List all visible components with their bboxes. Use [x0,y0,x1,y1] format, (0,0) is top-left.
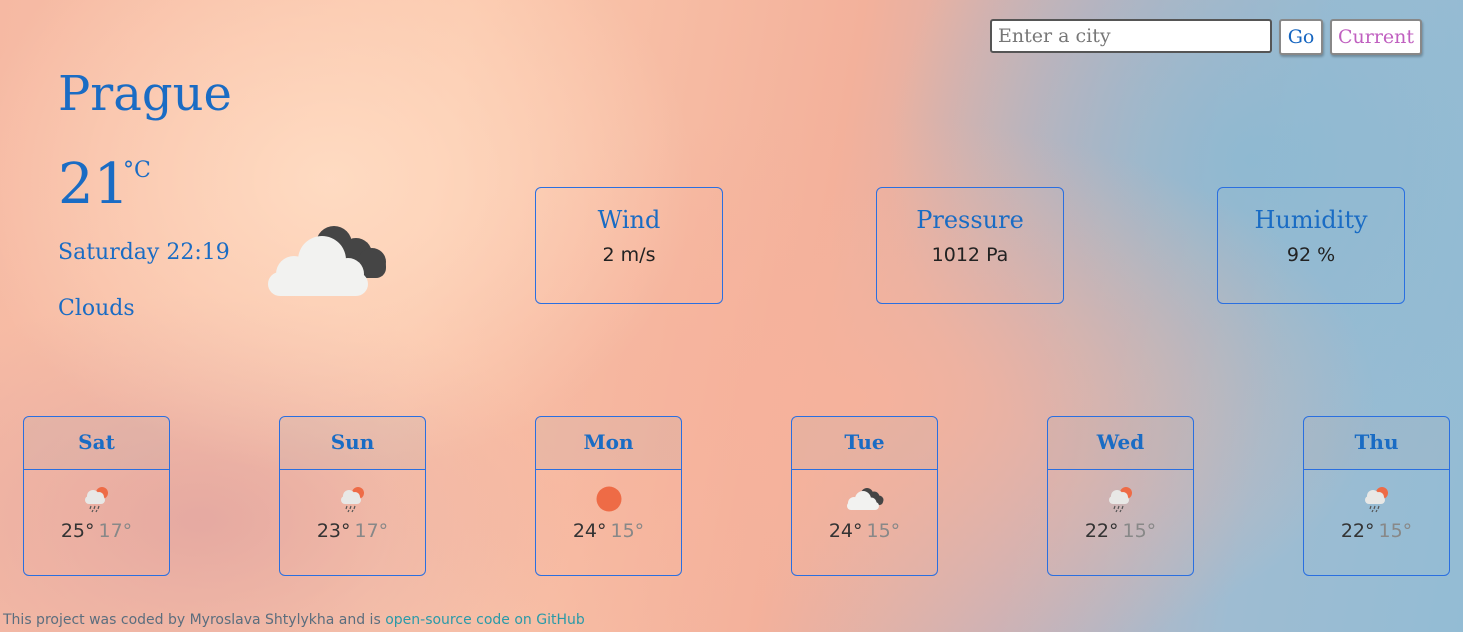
forecast-day: Wed 22° 15° [1047,416,1194,576]
wind-card: Wind 2 m/s [535,187,723,304]
forecast-day: Tue 24° 15° [791,416,938,576]
forecast-low: 15° [1378,520,1413,542]
footer: This project was coded by Myroslava Shty… [3,612,585,628]
forecast-low: 15° [610,520,645,542]
forecast-high: 25° [60,520,95,542]
rain-sun-icon [84,487,108,513]
pressure-value: 1012 Pa [931,244,1009,266]
forecast-low: 17° [98,520,133,542]
current-datetime: Saturday 22:19 [58,240,230,265]
pressure-card: Pressure 1012 Pa [876,187,1064,304]
forecast-low: 15° [866,520,901,542]
rain-sun-icon [340,487,364,513]
go-button[interactable]: Go [1279,19,1323,55]
current-temperature: 21 [58,152,130,217]
humidity-card: Humidity 92 % [1217,187,1405,304]
forecast-day-name: Sun [280,417,425,470]
rain-sun-icon [1108,487,1132,513]
wind-value: 2 m/s [602,244,656,266]
forecast-high: 23° [316,520,351,542]
github-link[interactable]: open-source code on GitHub [385,612,585,628]
forecast-day-name: Mon [536,417,681,470]
rain-sun-icon [1364,487,1388,513]
cloudy-icon [268,226,386,296]
search-bar: Go Current [990,19,1422,55]
forecast-high: 22° [1084,520,1119,542]
footer-text: This project was coded by Myroslava Shty… [3,612,386,628]
city-name: Prague [58,66,232,122]
forecast-day: Thu 22° 15° [1303,416,1450,576]
forecast-low: 15° [1122,520,1157,542]
cloudy-icon [846,488,883,510]
forecast-day-name: Thu [1304,417,1449,470]
forecast-high: 24° [828,520,863,542]
temperature-unit: °C [123,158,151,183]
forecast-day: Mon 24° 15° [535,416,682,576]
forecast-day-name: Sat [24,417,169,470]
pressure-label: Pressure [916,206,1024,234]
weather-description: Clouds [58,296,135,321]
sun-icon [596,486,621,512]
forecast-high: 24° [572,520,607,542]
forecast-day: Sun 23° 17° [279,416,426,576]
current-location-button[interactable]: Current [1330,19,1422,55]
forecast-high: 22° [1340,520,1375,542]
forecast-day-name: Wed [1048,417,1193,470]
forecast-day-name: Tue [792,417,937,470]
wind-label: Wind [597,206,661,234]
city-search-input[interactable] [990,19,1272,53]
humidity-value: 92 % [1286,244,1336,266]
humidity-label: Humidity [1254,206,1368,234]
forecast-day: Sat 25° 17° [23,416,170,576]
forecast-low: 17° [354,520,389,542]
